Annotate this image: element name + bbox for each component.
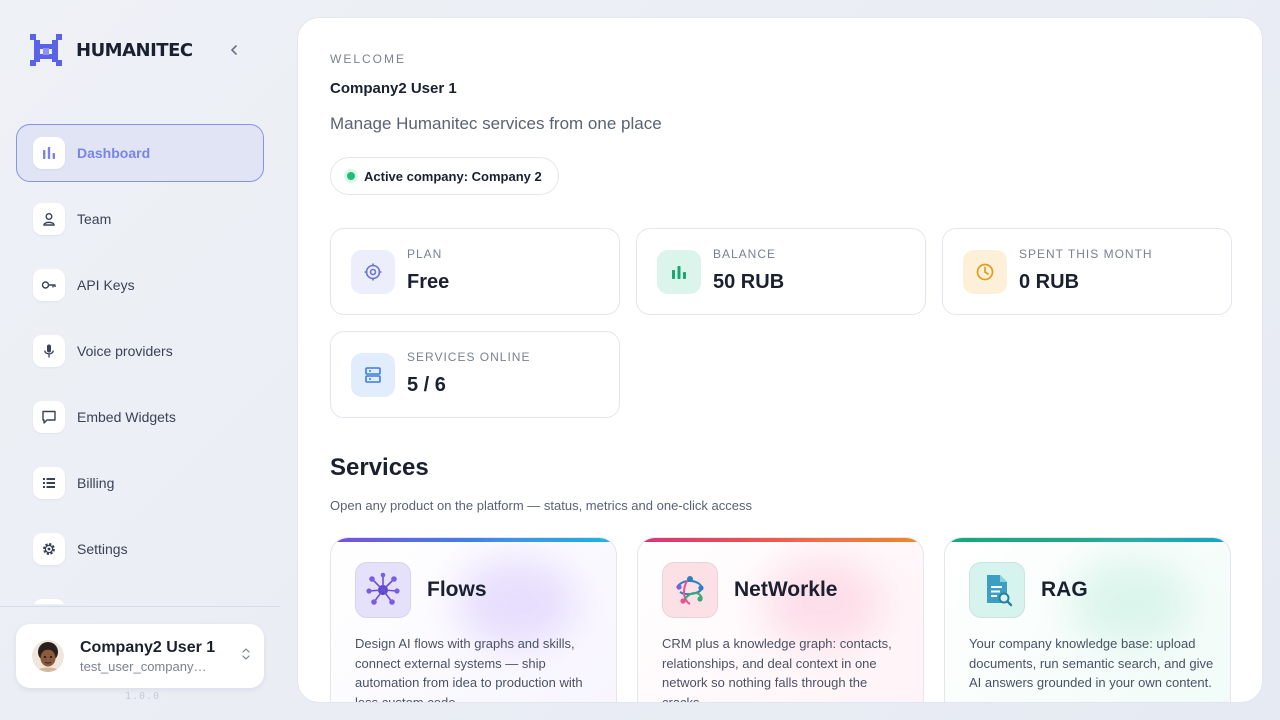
service-name: RAG — [1041, 578, 1088, 601]
stat-value: 50 RUB — [713, 271, 785, 293]
service-card-rag[interactable]: RAG Your company knowledge base: upload … — [944, 537, 1231, 702]
stat-card-balance: BALANCE 50 RUB — [636, 228, 926, 315]
microphone-icon — [33, 335, 65, 367]
user-icon — [33, 203, 65, 235]
humanitec-logo-icon — [30, 34, 62, 66]
sidebar-item-voice-providers[interactable]: Voice providers — [16, 322, 264, 380]
service-card-networkle[interactable]: NetWorkle CRM plus a knowledge graph: co… — [637, 537, 924, 703]
service-name: NetWorkle — [734, 578, 838, 601]
stat-label: PLAN — [407, 247, 443, 261]
chevron-up-down-icon — [242, 648, 250, 661]
page-title: Company2 User 1 — [330, 80, 457, 97]
service-card-flows[interactable]: Flows Design AI flows with graphs and sk… — [330, 537, 617, 703]
app-version: 1.0.0 — [125, 691, 161, 702]
key-icon — [33, 269, 65, 301]
sidebar-item-label: Voice providers — [77, 343, 173, 359]
sidebar-item-partial[interactable] — [16, 586, 264, 604]
service-description: CRM plus a knowledge graph: contacts, re… — [662, 636, 892, 703]
stat-card-services-online: SERVICES ONLINE 5 / 6 — [330, 331, 620, 418]
sidebar-item-label: Settings — [77, 541, 128, 557]
status-dot-icon — [347, 172, 355, 180]
sidebar-item-label: API Keys — [77, 277, 135, 293]
user-menu[interactable]: Company2 User 1 test_user_company2_1@hum… — [16, 624, 264, 688]
stat-value: Free — [407, 271, 450, 293]
user-email: test_user_company2_1@humanitec.local — [80, 658, 210, 674]
networkle-graph-icon — [662, 562, 718, 618]
stat-label: SERVICES ONLINE — [407, 350, 531, 364]
welcome-label: WELCOME — [330, 52, 407, 66]
sidebar-divider — [0, 606, 280, 607]
sidebar-item-settings[interactable]: Settings — [16, 520, 264, 578]
active-company-label: Active company: Company 2 — [364, 168, 542, 184]
chevron-left-icon — [231, 45, 237, 55]
service-name: Flows — [427, 578, 487, 601]
flows-network-icon — [355, 562, 411, 618]
brand[interactable]: HUMANITEC — [28, 32, 193, 68]
sidebar-item-team[interactable]: Team — [16, 190, 264, 248]
stat-card-plan: PLAN Free — [330, 228, 620, 315]
sidebar-item-embed-widgets[interactable]: Embed Widgets — [16, 388, 264, 446]
main-panel: WELCOME Company2 User 1 Manage Humanitec… — [297, 17, 1263, 703]
bar-chart-icon — [33, 137, 65, 169]
list-icon — [33, 467, 65, 499]
nav-icon-partial — [33, 599, 65, 604]
sidebar-item-label: Embed Widgets — [77, 409, 176, 425]
stat-label: SPENT THIS MONTH — [1019, 247, 1153, 261]
document-search-icon — [969, 562, 1025, 618]
sidebar-nav: Dashboard Team API Keys Voice providers … — [16, 124, 264, 604]
bar-chart-icon — [657, 250, 701, 294]
gear-icon — [33, 533, 65, 565]
sidebar-item-api-keys[interactable]: API Keys — [16, 256, 264, 314]
sidebar: HUMANITEC Dashboard Team API Keys Voice … — [0, 0, 280, 720]
sidebar-item-label: Dashboard — [77, 145, 151, 161]
brand-name: HUMANITEC — [76, 39, 193, 61]
sidebar-item-billing[interactable]: Billing — [16, 454, 264, 512]
card-accent-bar — [638, 538, 923, 542]
target-icon — [351, 250, 395, 294]
sidebar-item-dashboard[interactable]: Dashboard — [16, 124, 264, 182]
clock-icon — [963, 250, 1007, 294]
stat-label: BALANCE — [713, 247, 777, 261]
card-accent-bar — [945, 538, 1230, 542]
active-company-badge[interactable]: Active company: Company 2 — [330, 157, 559, 195]
user-info: Company2 User 1 test_user_company2_1@hum… — [80, 638, 216, 674]
chat-icon — [33, 401, 65, 433]
avatar — [32, 640, 64, 672]
service-description: Your company knowledge base: upload docu… — [969, 636, 1214, 690]
stat-value: 5 / 6 — [407, 374, 446, 396]
service-description: Design AI flows with graphs and skills, … — [355, 636, 583, 703]
services-subtitle: Open any product on the platform — statu… — [330, 498, 752, 513]
user-name: Company2 User 1 — [80, 638, 216, 656]
card-accent-bar — [331, 538, 616, 542]
page-subtitle: Manage Humanitec services from one place — [330, 114, 662, 133]
sidebar-item-label: Billing — [77, 475, 115, 491]
collapse-sidebar-button[interactable] — [224, 40, 244, 60]
sidebar-item-label: Team — [77, 211, 112, 227]
services-heading: Services — [330, 454, 429, 481]
server-icon — [351, 353, 395, 397]
stat-card-spent: SPENT THIS MONTH 0 RUB — [942, 228, 1232, 315]
stat-value: 0 RUB — [1019, 271, 1080, 293]
